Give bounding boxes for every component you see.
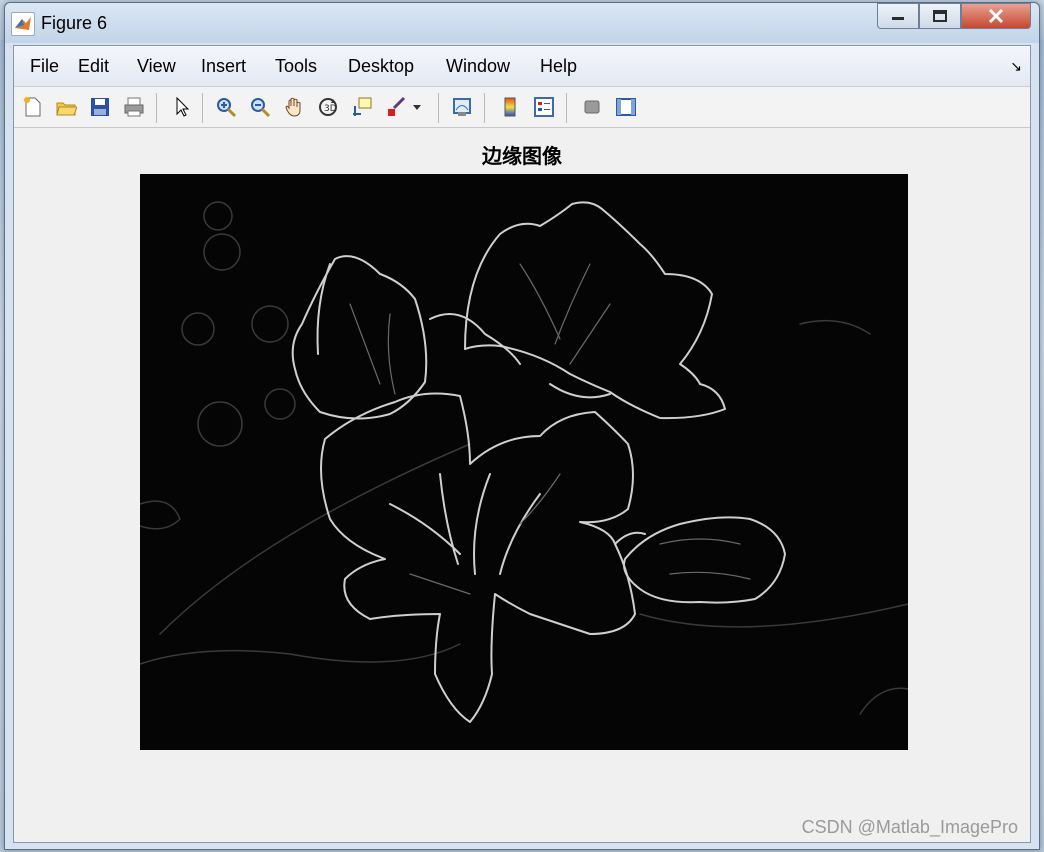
brush-dropdown-icon[interactable] bbox=[410, 95, 424, 119]
title-bar[interactable]: Figure 6 bbox=[5, 3, 1039, 43]
window-title: Figure 6 bbox=[41, 13, 108, 33]
close-button[interactable] bbox=[961, 3, 1031, 29]
menu-desktop[interactable]: Desktop bbox=[348, 56, 414, 77]
menu-tools[interactable]: Tools bbox=[275, 56, 317, 77]
figure-window: Figure 6 File Edit View Insert Tools Des… bbox=[4, 2, 1040, 850]
minimize-icon bbox=[892, 17, 904, 20]
insert-legend-icon[interactable] bbox=[532, 95, 556, 119]
save-icon[interactable] bbox=[88, 95, 112, 119]
maximize-button[interactable] bbox=[919, 3, 961, 29]
zoom-in-icon[interactable] bbox=[214, 95, 238, 119]
zoom-out-icon[interactable] bbox=[248, 95, 272, 119]
edge-image-axes[interactable] bbox=[139, 174, 909, 750]
plot-title: 边缘图像 bbox=[482, 144, 562, 168]
pointer-icon[interactable] bbox=[170, 95, 194, 119]
toolbar-separator bbox=[202, 93, 203, 123]
toolbar-separator bbox=[566, 93, 567, 123]
toolbar-separator bbox=[438, 93, 439, 123]
menu-file[interactable]: File bbox=[30, 56, 59, 77]
menu-bar: File Edit View Insert Tools Desktop Wind… bbox=[14, 46, 1030, 87]
edge-image bbox=[139, 174, 909, 750]
menu-help[interactable]: Help bbox=[540, 56, 577, 77]
toolbar-separator bbox=[156, 93, 157, 123]
close-icon bbox=[988, 8, 1004, 24]
csdn-watermark: CSDN @Matlab_ImagePro bbox=[801, 817, 1018, 837]
open-file-icon[interactable] bbox=[54, 95, 78, 119]
brush-icon[interactable] bbox=[384, 95, 408, 119]
hide-plot-tools-icon[interactable] bbox=[580, 95, 604, 119]
figure-toolbar: 3D bbox=[14, 87, 1030, 128]
insert-colorbar-icon[interactable] bbox=[498, 95, 522, 119]
rotate-3d-icon[interactable]: 3D bbox=[316, 95, 340, 119]
data-cursor-icon[interactable] bbox=[350, 95, 374, 119]
new-figure-icon[interactable] bbox=[20, 95, 44, 119]
matlab-logo-icon bbox=[11, 12, 35, 36]
link-plot-icon[interactable] bbox=[450, 95, 474, 119]
menu-view[interactable]: View bbox=[137, 56, 176, 77]
dock-arrow-icon[interactable]: ↘ bbox=[1010, 58, 1022, 75]
toolbar-separator bbox=[484, 93, 485, 123]
maximize-icon bbox=[933, 10, 947, 22]
menu-edit[interactable]: Edit bbox=[78, 56, 109, 77]
show-plot-tools-icon[interactable] bbox=[614, 95, 638, 119]
minimize-button[interactable] bbox=[877, 3, 919, 29]
svg-text:3D: 3D bbox=[324, 104, 337, 114]
figure-client-area: File Edit View Insert Tools Desktop Wind… bbox=[13, 45, 1031, 843]
print-icon[interactable] bbox=[122, 95, 146, 119]
pan-hand-icon[interactable] bbox=[282, 95, 306, 119]
menu-insert[interactable]: Insert bbox=[201, 56, 246, 77]
menu-window[interactable]: Window bbox=[446, 56, 510, 77]
